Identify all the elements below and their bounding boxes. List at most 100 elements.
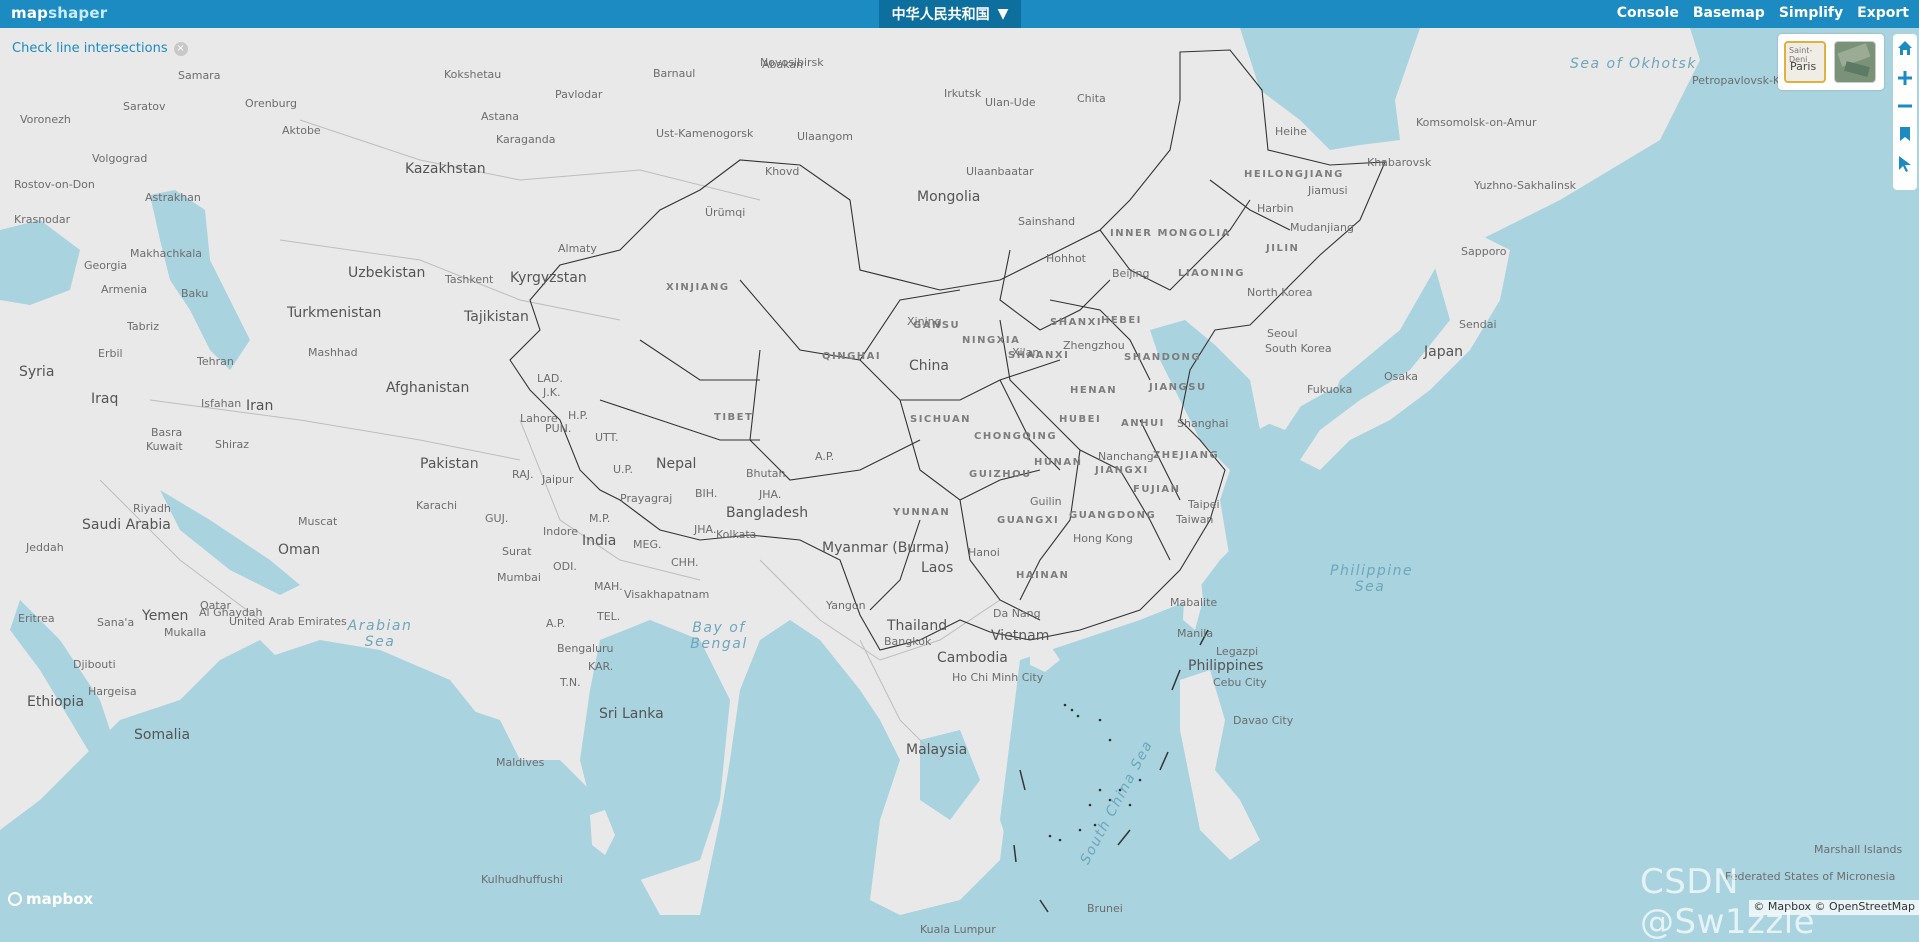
simplify-button[interactable]: Simplify — [1779, 5, 1843, 21]
csdn-watermark: CSDN @Sw1zzle — [1640, 862, 1816, 942]
label-astrakhan: Astrakhan — [145, 191, 201, 204]
label-hunan: HUNAN — [1034, 457, 1083, 468]
label-india: India — [582, 533, 617, 549]
label-fukuoka: Fukuoka — [1307, 383, 1353, 396]
label-shandong: SHANDONG — [1124, 352, 1202, 363]
label-iraq: Iraq — [91, 391, 119, 407]
label-shanxi: SHANXI — [1050, 317, 1103, 328]
label-myanmar: Myanmar (Burma) — [822, 540, 950, 556]
mapbox-logo-text: mapbox — [26, 890, 94, 908]
label-kuwait: Kuwait — [146, 440, 183, 453]
label-anhui: ANHUI — [1121, 418, 1165, 429]
label-xining: Xining — [907, 315, 942, 328]
label-zhengzhou: Zhengzhou — [1063, 339, 1125, 352]
label-state-tn: KAR. — [588, 660, 614, 673]
check-line-intersections[interactable]: Check line intersections × — [12, 41, 188, 56]
layer-name: 中华人民共和国 — [891, 7, 990, 23]
label-henan: HENAN — [1070, 385, 1118, 396]
label-pavlodar: Pavlodar — [555, 88, 603, 101]
label-ho-chi-minh-city: Ho Chi Minh City — [952, 671, 1044, 684]
map-canvas[interactable]: Mongolia Kazakhstan Uzbekistan Kyrgyzsta… — [0, 28, 1919, 936]
basemap-satellite-thumbnail[interactable] — [1834, 41, 1876, 83]
close-icon[interactable]: × — [173, 41, 188, 56]
main-menu: Console Basemap Simplify Export — [1617, 5, 1909, 21]
logo-part-map: map — [11, 4, 49, 22]
label-yuzhno-sakhalinsk: Yuzhno-Sakhalinsk — [1474, 179, 1577, 192]
label-yunnan: YUNNAN — [893, 507, 951, 518]
zoom-in-icon[interactable] — [1893, 66, 1917, 90]
label-krasnodar: Krasnodar — [14, 213, 71, 226]
label-liaoning: LIAONING — [1178, 268, 1245, 279]
label-karaganda: Karaganda — [496, 133, 556, 146]
label-mukalla: Mukalla — [164, 626, 207, 639]
label-kyrgyzstan: Kyrgyzstan — [510, 270, 587, 286]
console-button[interactable]: Console — [1617, 5, 1679, 21]
label-marshall-islands: Marshall Islands — [1814, 843, 1903, 856]
label-japan: Japan — [1424, 344, 1464, 360]
label-state-utt: UTT. — [595, 431, 619, 444]
zoom-out-icon[interactable] — [1893, 94, 1917, 118]
label-state-jha: JHA. — [694, 523, 717, 536]
label-shiraz: Shiraz — [215, 438, 250, 451]
label-state-hp: H.P. — [568, 409, 588, 422]
check-line-intersections-label[interactable]: Check line intersections — [12, 41, 168, 56]
label-maldives: Maldives — [496, 756, 545, 769]
layer-selector-button[interactable]: 中华人民共和国 ▼ — [879, 0, 1021, 28]
label-cebu-city: Cebu City — [1213, 676, 1267, 689]
label-karachi: Karachi — [416, 499, 458, 512]
label-urumqi: Ürümqi — [705, 206, 746, 219]
map-tools — [1893, 34, 1917, 190]
label-harbin: Harbin — [1257, 202, 1294, 215]
label-uae: United Arab Emirates — [229, 615, 347, 628]
label-turkmenistan: Turkmenistan — [287, 305, 382, 321]
label-volgograd: Volgograd — [92, 152, 148, 165]
label-qatar: Qatar — [200, 599, 231, 612]
label-state-chh: MEG. — [633, 538, 662, 551]
label-yemen: Yemen — [142, 608, 189, 624]
label-georgia: Georgia — [84, 259, 128, 272]
bookmark-icon[interactable] — [1893, 122, 1917, 146]
label-sea-of-okhotsk: Sea of Okhotsk — [1570, 56, 1697, 72]
label-tibet: TIBET — [714, 412, 754, 423]
mapbox-ring-icon — [8, 892, 22, 906]
label-inner-mongolia-text: INNER MONGOLIA — [1110, 228, 1231, 239]
label-ulaanbaatar: Ulaanbaatar — [966, 165, 1034, 178]
label-tehran: Tehran — [197, 355, 234, 368]
label-hebei: HEBEI — [1101, 315, 1142, 326]
label-mongolia: Mongolia — [917, 189, 981, 205]
label-bengaluru: Bengaluru — [557, 642, 614, 655]
label-eritrea: Eritrea — [18, 612, 55, 625]
label-china: China — [909, 358, 949, 374]
label-osaka: Osaka — [1384, 370, 1419, 383]
basemap-svg — [0, 28, 1919, 915]
label-sapporo: Sapporo — [1461, 245, 1507, 258]
label-tajikistan: Tajikistan — [464, 309, 529, 325]
basemap-panel: Saint-Deni Paris — [1778, 34, 1884, 90]
label-sendai: Sendai — [1459, 318, 1497, 331]
label-bangkok: Bangkok — [884, 635, 932, 648]
label-hong-kong: Hong Kong — [1073, 532, 1133, 545]
label-seoul: Seoul — [1267, 327, 1298, 340]
label-samara: Samara — [178, 69, 221, 82]
label-khabarovsk: Khabarovsk — [1367, 156, 1432, 169]
label-somalia: Somalia — [134, 727, 191, 743]
export-button[interactable]: Export — [1857, 5, 1909, 21]
label-voronezh: Voronezh — [20, 113, 71, 126]
basemap-streets-thumbnail[interactable]: Saint-Deni Paris — [1784, 41, 1826, 83]
basemap-button[interactable]: Basemap — [1693, 5, 1765, 21]
label-davao-city: Davao City — [1233, 714, 1294, 727]
label-ulaangom: Ulaangom — [797, 130, 853, 143]
label-muscat: Muscat — [298, 515, 338, 528]
label-guangdong: GUANGDONG — [1069, 510, 1157, 521]
label-mudanjiang: Mudanjiang — [1290, 221, 1354, 234]
label-makhachkala: Makhachkala — [130, 247, 203, 260]
label-xian: Xi'an — [1012, 346, 1040, 359]
label-legazpi: Legazpi — [1216, 645, 1259, 658]
label-surat: Surat — [502, 545, 532, 558]
pointer-icon[interactable] — [1893, 152, 1917, 176]
label-tashkent: Tashkent — [445, 273, 494, 286]
home-icon[interactable] — [1893, 36, 1917, 60]
label-hainan: HAINAN — [1016, 570, 1070, 581]
label-almaty: Almaty — [558, 242, 597, 255]
label-sainshand: Sainshand — [1018, 215, 1076, 228]
